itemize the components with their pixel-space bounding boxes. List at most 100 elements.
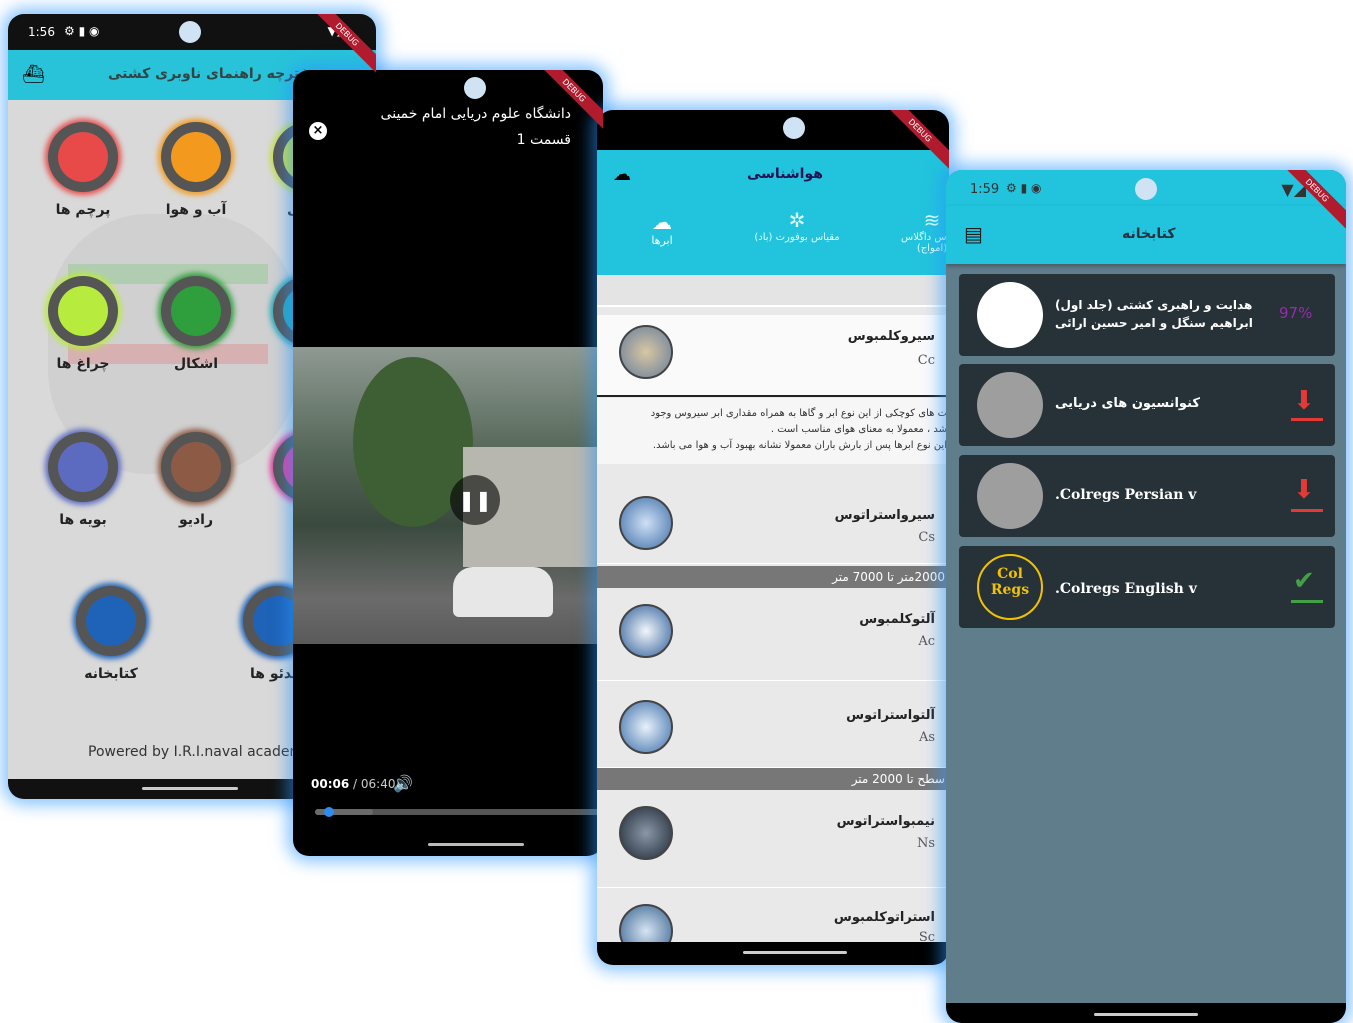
menu-label: پرچم ها	[55, 202, 111, 218]
video-player-phone: DEBUG × دانشگاه علوم دریایی امام خمینی ق…	[293, 70, 603, 856]
video-title: دانشگاه علوم دریایی امام خمینی	[380, 106, 571, 122]
tab-label: ابرها	[651, 234, 673, 247]
app-title: دفترچه راهنمای ناوبری کشتی	[108, 66, 317, 82]
app-title: هواشناسی	[747, 166, 823, 182]
menu-label: چراغ ها	[56, 356, 110, 372]
cloud-thumbnail	[619, 496, 673, 550]
download-icon[interactable]: ⬇	[1293, 475, 1315, 505]
book-title: کنوانسیون های دریایی	[1055, 396, 1200, 411]
book-cover	[977, 282, 1043, 348]
list-item[interactable]: آلتواستراتوس As	[597, 682, 949, 768]
status-icons: ⚙ ▮ ◉	[1006, 181, 1042, 195]
pause-icon[interactable]: ❚❚	[450, 475, 500, 525]
square-icon	[171, 286, 221, 336]
logo-text-bottom: Regs	[990, 582, 1030, 598]
download-progress: 97%	[1279, 304, 1313, 322]
debug-banner: DEBUG	[530, 70, 603, 134]
list-item[interactable]: آلتوکلمبوس Ac	[597, 590, 949, 681]
radio-icon	[171, 442, 221, 492]
cloud-tab-icon: ☁	[652, 210, 672, 234]
description-line: ت های کوچکی از این نوع ابر و گاها به همر…	[650, 408, 947, 419]
camera-cutout	[783, 117, 805, 139]
menu-button[interactable]	[161, 432, 231, 502]
cloud-abbr: Ns	[916, 836, 935, 851]
home-indicator[interactable]	[743, 951, 847, 954]
list-item[interactable]: سیرواستراتوس Cs	[597, 478, 949, 564]
home-indicator[interactable]	[428, 843, 524, 846]
video-frame[interactable]: ❚❚	[293, 347, 603, 644]
flag-icon	[58, 132, 108, 182]
cloud-description: ت های کوچکی از این نوع ابر و گاها به همر…	[597, 398, 949, 464]
list-item[interactable]: استراتوکلمبوس Sc	[597, 890, 949, 958]
tab-label: مقیاس داگلاس (امواج)	[900, 232, 949, 254]
book-title: Colregs Persian v.	[1055, 487, 1197, 503]
list-row-partial	[597, 275, 949, 307]
app-bar: ▤ کتابخانه	[946, 206, 1346, 264]
tab-label: مقیاس بوفورت (باد)	[754, 232, 840, 243]
menu-button[interactable]	[48, 122, 118, 192]
menu-button[interactable]	[76, 586, 146, 656]
library-icon[interactable]: ▤	[964, 222, 983, 246]
list-item[interactable]: سیروکلمبوس Cc	[597, 315, 949, 397]
book-card[interactable]: کنوانسیون های دریایی ⬇	[959, 364, 1335, 446]
weather-phone: DEBUG ☁ هواشناسی ☁ ابرها ✲ مقیاس بوفورت …	[597, 110, 949, 965]
book-card[interactable]: Col Regs Colregs English v. ✔	[959, 546, 1335, 628]
cloud-thumbnail	[619, 604, 673, 658]
progress-track[interactable]	[315, 807, 603, 817]
menu-label: رادیو	[178, 512, 214, 528]
camera-cutout	[179, 21, 201, 43]
book-card[interactable]: Colregs Persian v. ⬇	[959, 455, 1335, 537]
tab-douglas[interactable]: ≋ مقیاس داگلاس (امواج)	[887, 208, 949, 254]
tab-clouds[interactable]: ☁ ابرها	[627, 210, 697, 247]
download-icon[interactable]: ⬇	[1293, 386, 1315, 416]
camera-cutout	[1135, 178, 1157, 200]
cloud-name: آلتوکلمبوس	[859, 612, 935, 627]
cloud-thumbnail	[619, 806, 673, 860]
done-underline	[1291, 600, 1323, 603]
menu-button[interactable]	[161, 122, 231, 192]
tab-beaufort[interactable]: ✲ مقیاس بوفورت (باد)	[747, 208, 847, 243]
progress-knob[interactable]	[323, 807, 334, 817]
library-phone: 1:59 ⚙ ▮ ◉ ▼◢ DEBUG ▤ کتابخانه هدایت و ر…	[946, 170, 1346, 1023]
menu-label: اشکال	[173, 356, 219, 372]
book-cover	[977, 463, 1043, 529]
buoy-icon	[58, 442, 108, 492]
episode-label: قسمت 1	[516, 132, 571, 148]
nav-bar	[946, 1003, 1346, 1023]
status-time: 1:59	[970, 182, 1000, 197]
wind-tab-icon: ✲	[788, 208, 806, 232]
menu-button[interactable]	[48, 432, 118, 502]
footer-text: Powered by I.R.I.naval academy	[88, 744, 312, 760]
cloud-icon	[171, 132, 221, 182]
altitude-header: سطح تا 2000 متر	[597, 768, 949, 790]
status-icons: ⚙ ▮ ◉	[64, 24, 100, 38]
cloud-name: نیمبواستراتوس	[836, 814, 935, 829]
book-title: Colregs English v.	[1055, 581, 1197, 597]
cloud-thumbnail	[619, 325, 673, 379]
logo-text-top: Col	[997, 566, 1023, 582]
close-icon[interactable]: ×	[309, 122, 327, 140]
cloud-abbr: Cs	[918, 530, 935, 545]
book-card[interactable]: هدایت و راهبری کشتی (جلد اول) ابراهیم سن…	[959, 274, 1335, 356]
nav-bar	[597, 942, 949, 965]
menu-button[interactable]	[48, 276, 118, 346]
download-underline	[1291, 418, 1323, 421]
cloud-abbr: Cc	[917, 353, 935, 368]
home-indicator[interactable]	[1094, 1013, 1198, 1016]
download-underline	[1291, 509, 1323, 512]
volume-icon[interactable]: 🔊	[393, 774, 413, 793]
description-line: این نوع ابرها پس از بارش باران معمولا نش…	[652, 440, 947, 451]
menu-button[interactable]	[161, 276, 231, 346]
cloud-app-icon[interactable]: ☁	[613, 164, 631, 185]
list-item[interactable]: نیمبواستراتوس Ns	[597, 792, 949, 888]
cloud-name: استراتوکلمبوس	[833, 910, 935, 925]
app-title: کتابخانه	[1122, 226, 1176, 242]
time-total: 06:40	[360, 777, 396, 791]
camera-cutout	[464, 77, 486, 99]
menu-label: آب و هوا	[165, 202, 227, 218]
status-time: 1:56	[28, 25, 55, 39]
car-shape	[453, 567, 553, 617]
book-cover	[977, 372, 1043, 438]
home-indicator[interactable]	[142, 787, 238, 790]
ship-icon[interactable]: ⛴	[22, 64, 45, 85]
